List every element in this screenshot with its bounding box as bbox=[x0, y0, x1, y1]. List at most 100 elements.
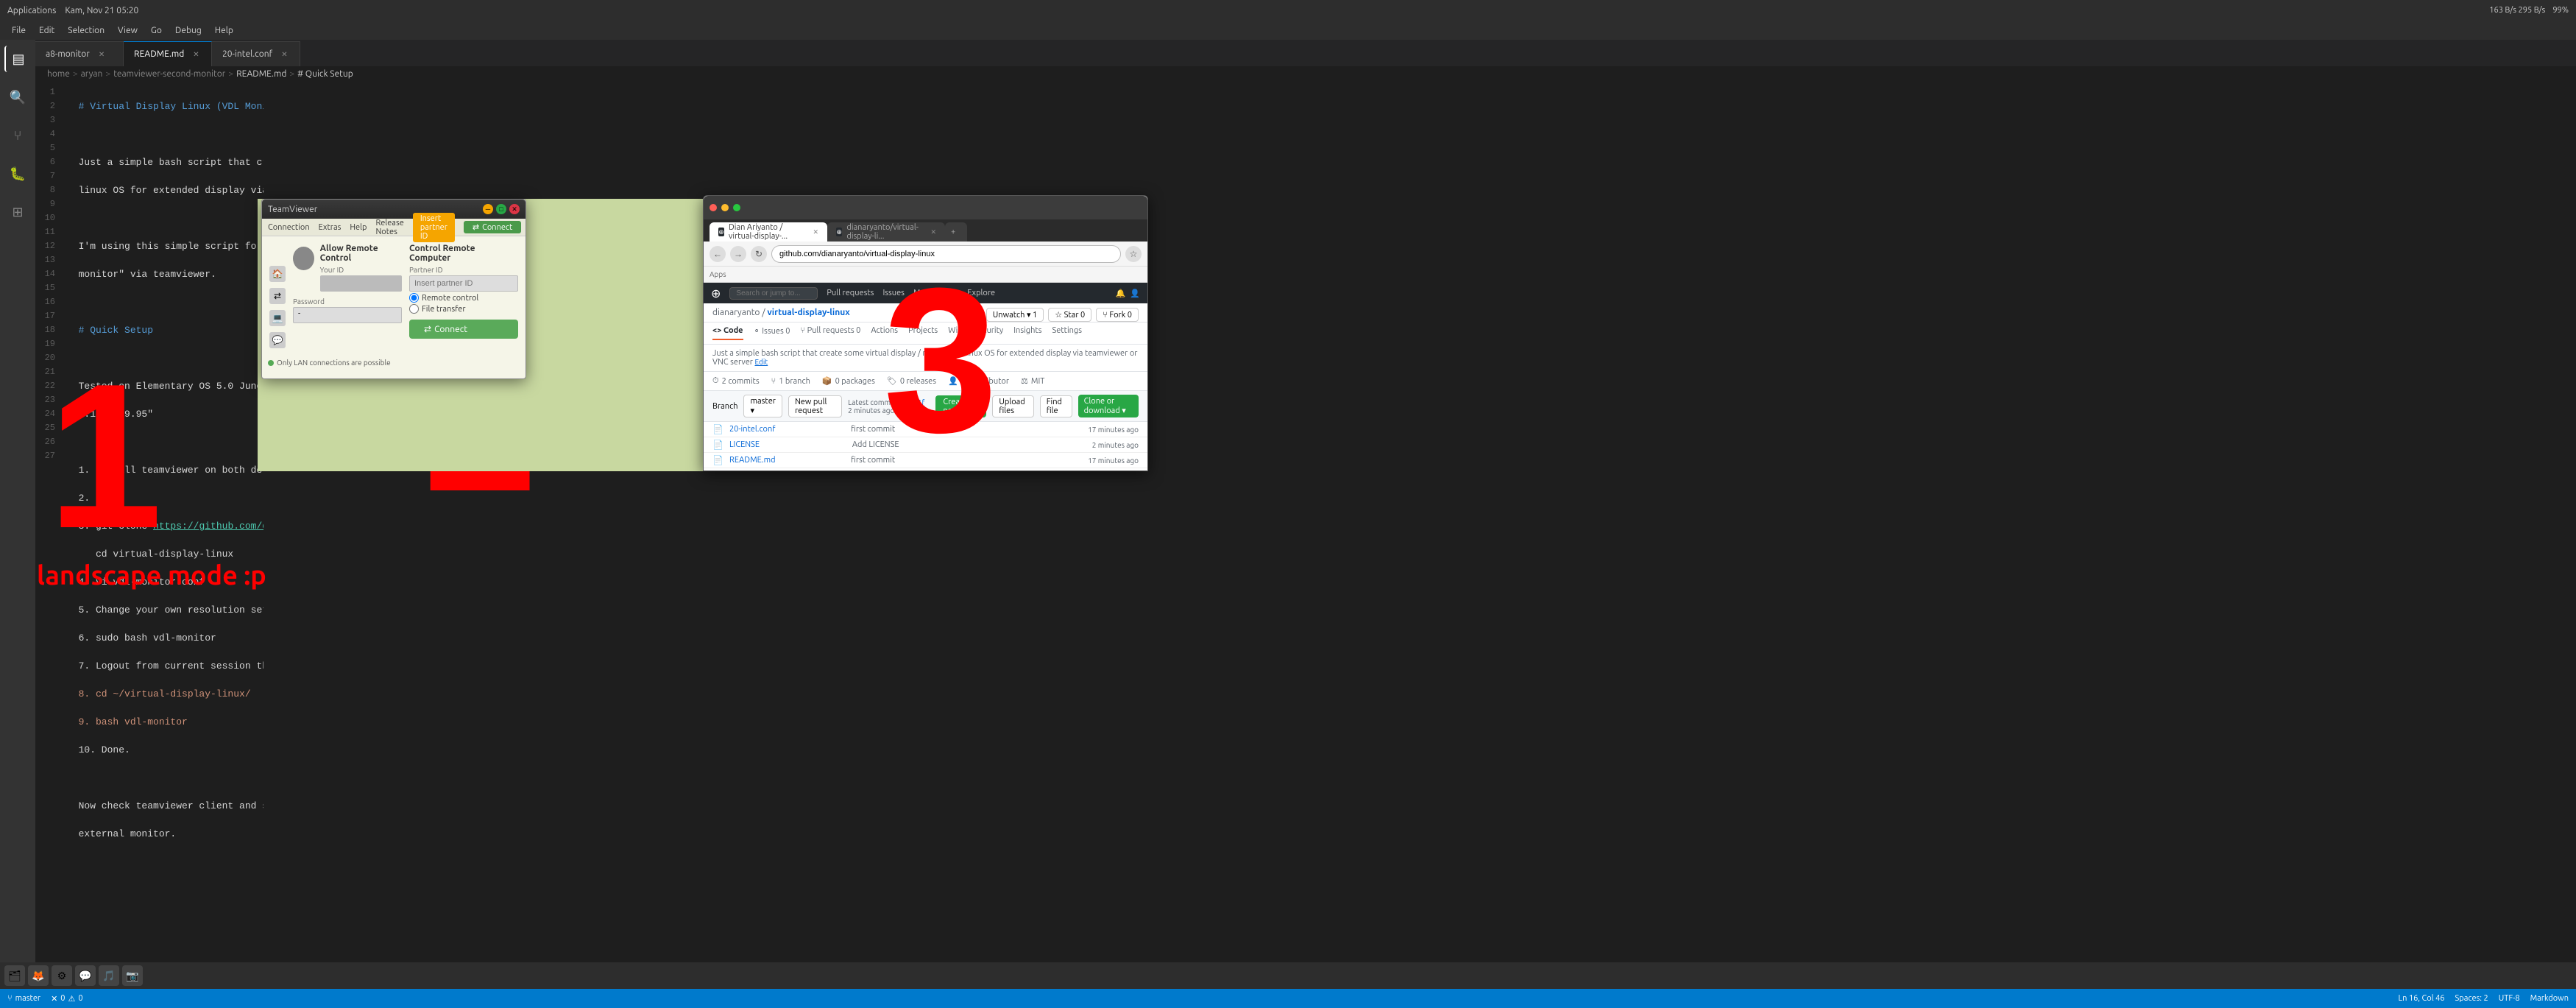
menu-selection[interactable]: Selection bbox=[62, 24, 110, 37]
browser-tab-1-label: Dian Ariyanto / virtual-display-... bbox=[729, 223, 805, 241]
gh-packages-stat[interactable]: 📦 0 packages bbox=[822, 376, 875, 386]
tv-remote-control-radio[interactable]: Remote control bbox=[409, 293, 518, 303]
gh-fork-btn[interactable]: ⑂ Fork 0 bbox=[1096, 308, 1139, 322]
gh-manage-topics-link[interactable]: Edit bbox=[754, 358, 768, 366]
gh-tab-prs[interactable]: ⑂ Pull requests 0 bbox=[800, 326, 860, 340]
gh-star-btn[interactable]: ☆ Star 0 bbox=[1048, 308, 1091, 322]
tv-menu-help[interactable]: Help bbox=[350, 223, 367, 232]
taskbar-chat-icon[interactable]: 💬 bbox=[75, 965, 96, 986]
taskbar-settings-icon[interactable]: ⚙ bbox=[52, 965, 72, 986]
gh-search-input[interactable] bbox=[729, 287, 818, 300]
tab-label: README.md bbox=[134, 49, 184, 59]
gh-owner-link[interactable]: dianaryanto bbox=[712, 308, 760, 317]
debug-icon[interactable]: 🐛 bbox=[4, 161, 31, 187]
menu-edit[interactable]: Edit bbox=[33, 24, 60, 37]
tv-sidebar-computer-icon[interactable]: 💻 bbox=[269, 310, 286, 326]
git-branch-name: master bbox=[15, 994, 40, 1003]
gh-pullrequests-link[interactable]: Pull requests bbox=[827, 289, 874, 297]
breadcrumb: home > aryan > teamviewer-second-monitor… bbox=[35, 65, 2576, 82]
tv-minimize-btn[interactable]: ─ bbox=[483, 204, 493, 214]
taskbar-firefox-icon[interactable]: 🦊 bbox=[28, 965, 49, 986]
extensions-icon[interactable]: ⊞ bbox=[4, 199, 31, 225]
tab-label: 20-intel.conf bbox=[222, 49, 272, 59]
menu-debug[interactable]: Debug bbox=[169, 24, 208, 37]
gh-repo-name-link[interactable]: virtual-display-linux bbox=[767, 308, 849, 317]
tv-maximize-btn[interactable]: □ bbox=[496, 204, 506, 214]
tv-menu-release-notes[interactable]: Release Notes bbox=[375, 219, 403, 236]
tv-close-btn[interactable]: ✕ bbox=[509, 204, 520, 214]
menu-view[interactable]: View bbox=[112, 24, 144, 37]
tv-partner-id-input[interactable] bbox=[409, 275, 518, 292]
tv-menu-extras[interactable]: Extras bbox=[319, 223, 342, 232]
browser-tab-1[interactable]: ⊕ Dian Ariyanto / virtual-display-... ✕ bbox=[710, 222, 827, 242]
encoding-status: UTF-8 bbox=[2499, 994, 2520, 1003]
gh-find-file-btn[interactable]: Find file bbox=[1040, 395, 1072, 417]
gh-file-icon: 📄 bbox=[712, 440, 723, 450]
tv-connect-big-btn[interactable]: ⇄Connect bbox=[409, 320, 518, 339]
app-menu[interactable]: Applications bbox=[7, 6, 56, 15]
gh-new-pr-btn[interactable]: New pull request bbox=[788, 395, 842, 417]
tab-readme[interactable]: README.md ✕ bbox=[124, 41, 212, 66]
taskbar: 🗂 🦊 ⚙ 💬 🎵 📷 bbox=[0, 962, 2576, 989]
tv-file-transfer-radio[interactable]: File transfer bbox=[409, 304, 518, 314]
gh-license-stat[interactable]: ⚖ MIT bbox=[1021, 376, 1044, 386]
big-number-3: 3 bbox=[883, 258, 998, 464]
explorer-icon[interactable]: ▤ bbox=[4, 46, 31, 72]
menu-go[interactable]: Go bbox=[145, 24, 168, 37]
gh-avatar[interactable]: 👤 bbox=[1130, 289, 1140, 298]
gh-commits-stat[interactable]: ⏱ 2 commits bbox=[712, 376, 760, 386]
browser-maximize-btn[interactable] bbox=[733, 204, 740, 211]
browser-tab-1-close[interactable]: ✕ bbox=[813, 228, 818, 236]
browser-back-btn[interactable]: ← bbox=[710, 246, 726, 262]
gh-tab-settings[interactable]: Settings bbox=[1052, 326, 1082, 340]
git-branch-status[interactable]: ⑂ master bbox=[7, 994, 40, 1003]
taskbar-camera-icon[interactable]: 📷 bbox=[122, 965, 143, 986]
gh-notifications-icon[interactable]: 🔔 bbox=[1116, 289, 1126, 298]
tv-partner-id-btn[interactable]: Insert partner ID bbox=[413, 213, 455, 242]
browser-forward-btn[interactable]: → bbox=[730, 246, 746, 262]
gh-branches-stat[interactable]: ⑂ 1 branch bbox=[771, 376, 810, 386]
tv-sidebar-home-icon[interactable]: 🏠 bbox=[269, 266, 286, 282]
gh-file-icon: 📄 bbox=[712, 470, 723, 471]
tabs-bar: a8-monitor ✕ README.md ✕ 20-intel.conf ✕ bbox=[35, 40, 2576, 66]
github-favicon-2: ⊕ bbox=[836, 228, 842, 236]
browser-minimize-btn[interactable] bbox=[721, 204, 729, 211]
gh-file-name[interactable]: 20-intel.conf bbox=[729, 425, 845, 434]
bc-home: home bbox=[47, 69, 70, 79]
tv-avatar bbox=[293, 247, 314, 270]
menu-file[interactable]: File bbox=[6, 24, 32, 37]
search-icon[interactable]: 🔍 bbox=[4, 84, 31, 110]
browser-tab-add[interactable]: + bbox=[945, 222, 967, 242]
tv-sidebar-connect-icon[interactable]: ⇄ bbox=[269, 288, 286, 304]
gh-tab-code[interactable]: <> Code bbox=[712, 326, 743, 340]
tv-menu-connection[interactable]: Connection bbox=[268, 223, 310, 232]
browser-refresh-btn[interactable]: ↻ bbox=[751, 246, 767, 262]
tab-a8-monitor[interactable]: a8-monitor ✕ bbox=[35, 41, 124, 66]
menu-help[interactable]: Help bbox=[209, 24, 239, 37]
browser-tab-2[interactable]: ⊕ dianaryanto/virtual-display-li... ✕ bbox=[827, 222, 945, 242]
taskbar-music-icon[interactable]: 🎵 bbox=[99, 965, 119, 986]
browser-tab-2-close[interactable]: ✕ bbox=[930, 228, 936, 236]
tv-your-id-value bbox=[320, 275, 402, 292]
tab-close-icon[interactable]: ✕ bbox=[281, 50, 287, 59]
tv-password-value: - bbox=[293, 307, 402, 323]
gh-file-name[interactable]: README.md bbox=[729, 456, 845, 465]
tv-allow-title: Allow Remote Control bbox=[320, 244, 402, 263]
gh-branch-selector[interactable]: master ▾ bbox=[743, 395, 782, 417]
tab-close-icon[interactable]: ✕ bbox=[193, 50, 199, 59]
browser-close-btn[interactable] bbox=[710, 204, 717, 211]
gh-clone-btn[interactable]: Clone or download ▾ bbox=[1078, 395, 1139, 417]
tv-sidebar-chat-icon[interactable]: 💬 bbox=[269, 332, 286, 348]
gh-tab-issues[interactable]: ⚬ Issues 0 bbox=[754, 326, 790, 340]
gh-file-name[interactable]: LICENSE bbox=[729, 440, 846, 449]
gh-tab-insights[interactable]: Insights bbox=[1013, 326, 1041, 340]
tab-close-icon[interactable]: ✕ bbox=[99, 50, 105, 59]
taskbar-files-icon[interactable]: 🗂 bbox=[4, 965, 25, 986]
tv-status-text: Only LAN connections are possible bbox=[277, 359, 391, 367]
tv-connect-header-btn[interactable]: ⇄Connect bbox=[464, 221, 521, 233]
error-status[interactable]: ✕ 0 ⚠ 0 bbox=[51, 994, 83, 1004]
browser-bookmark-btn[interactable]: ☆ bbox=[1125, 246, 1142, 262]
tab-20-intel[interactable]: 20-intel.conf ✕ bbox=[212, 41, 300, 66]
gh-upload-btn[interactable]: Upload files bbox=[992, 395, 1033, 417]
source-control-icon[interactable]: ⑂ bbox=[4, 122, 31, 149]
